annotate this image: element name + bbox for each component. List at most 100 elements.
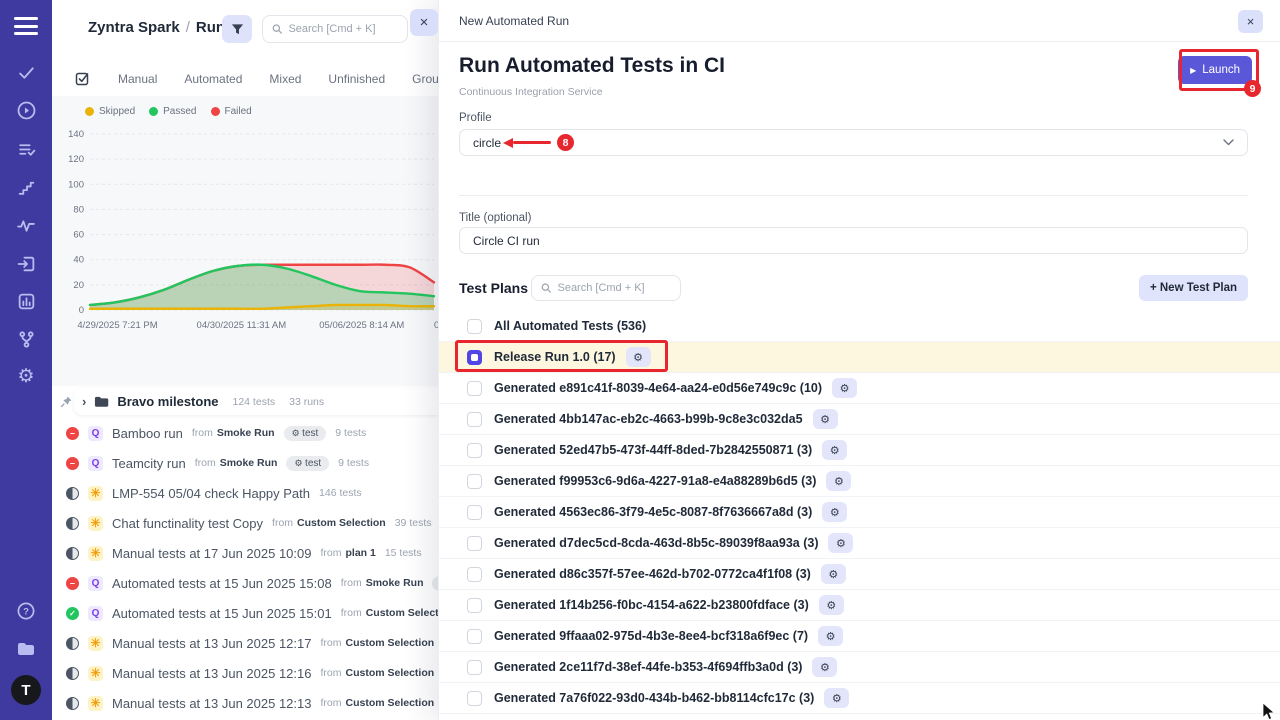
plan-label[interactable]: Generated 9ffaaa02-975d-4b3e-8ee4-bcf318…: [494, 629, 808, 643]
test-plans-list-icon[interactable]: [0, 140, 52, 159]
test-plan-row[interactable]: Generated d86c357f-57ee-462d-b702-0772ca…: [439, 559, 1280, 590]
plan-label[interactable]: Generated e891c41f-8039-4e64-aa24-e0d56e…: [494, 381, 822, 395]
plan-label[interactable]: Generated 2ce11f7d-38ef-44fe-b353-4f694f…: [494, 660, 802, 674]
new-test-plan-button[interactable]: + New Test Plan: [1139, 275, 1248, 301]
plan-gear-button[interactable]: ⚙: [821, 564, 846, 584]
run-row[interactable]: Teamcity run fromSmoke Run test 9 tests: [52, 448, 438, 478]
run-tab[interactable]: Manual: [118, 72, 157, 86]
run-title[interactable]: LMP-554 05/04 check Happy Path: [112, 486, 310, 501]
run-tab[interactable]: Automated: [184, 72, 242, 86]
test-plan-row[interactable]: Generated 1f14b256-f0bc-4154-a622-b23800…: [439, 590, 1280, 621]
plan-checkbox[interactable]: [467, 660, 482, 675]
run-tab[interactable]: Unfinished: [328, 72, 385, 86]
plan-checkbox[interactable]: [467, 598, 482, 613]
run-title[interactable]: Manual tests at 13 Jun 2025 12:17: [112, 636, 311, 651]
run-title[interactable]: Manual tests at 13 Jun 2025 12:13: [112, 696, 311, 711]
test-plan-row[interactable]: Generated e891c41f-8039-4e64-aa24-e0d56e…: [439, 373, 1280, 404]
test-plans-search[interactable]: [531, 275, 681, 301]
run-row[interactable]: Manual tests at 13 Jun 2025 12:17 fromCu…: [52, 628, 438, 658]
test-plan-row[interactable]: Generated 2ce11f7d-38ef-44fe-b353-4f694f…: [439, 652, 1280, 683]
plan-label[interactable]: All Automated Tests (536): [494, 319, 646, 333]
tests-check-icon[interactable]: [0, 63, 52, 82]
plan-gear-button[interactable]: ⚙: [813, 409, 838, 429]
run-row[interactable]: Manual tests at 17 Jun 2025 10:09 frompl…: [52, 538, 438, 568]
plan-gear-button[interactable]: ⚙: [822, 502, 847, 522]
plan-checkbox[interactable]: [467, 505, 482, 520]
chevron-right-icon[interactable]: ›: [82, 394, 86, 409]
test-plan-row[interactable]: Release Run 1.0 (17) ⚙: [439, 342, 1280, 373]
plan-checkbox[interactable]: [467, 567, 482, 582]
pin-icon[interactable]: [60, 395, 73, 408]
plan-label[interactable]: Generated 7a76f022-93d0-434b-b462-bb8114…: [494, 691, 814, 705]
test-plan-row[interactable]: Generated f99953c6-9d6a-4227-91a8-e4a882…: [439, 466, 1280, 497]
plan-gear-button[interactable]: ⚙: [824, 688, 849, 708]
plan-checkbox[interactable]: [467, 443, 482, 458]
run-title[interactable]: Manual tests at 17 Jun 2025 10:09: [112, 546, 311, 561]
run-row[interactable]: Chat functinality test Copy fromCustom S…: [52, 508, 438, 538]
test-plan-row[interactable]: All Automated Tests (536) ⚙: [439, 311, 1280, 342]
title-input[interactable]: [473, 234, 1234, 248]
plan-gear-button[interactable]: ⚙: [832, 378, 857, 398]
plan-checkbox[interactable]: [467, 629, 482, 644]
plan-gear-button[interactable]: ⚙: [822, 440, 847, 460]
profile-select[interactable]: circle: [459, 129, 1248, 156]
filter-button[interactable]: [222, 15, 252, 43]
runs-search[interactable]: [262, 15, 408, 43]
plan-gear-button[interactable]: ⚙: [828, 533, 853, 553]
select-all-checklist-icon[interactable]: [74, 70, 91, 87]
run-row[interactable]: LMP-554 05/04 check Happy Path 146 tests: [52, 478, 438, 508]
run-title[interactable]: Teamcity run: [112, 456, 186, 471]
settings-gear-icon[interactable]: ⚙: [0, 367, 52, 386]
plan-gear-button[interactable]: ⚙: [818, 626, 843, 646]
menu-icon[interactable]: [14, 17, 38, 35]
pulse-activity-icon[interactable]: [0, 216, 52, 235]
run-row[interactable]: Automated tests at 15 Jun 2025 15:01 fro…: [52, 598, 438, 628]
run-title[interactable]: Bamboo run: [112, 426, 183, 441]
run-from-name[interactable]: Smoke Run: [217, 427, 275, 439]
plan-label[interactable]: Generated d7dec5cd-8cda-463d-8b5c-89039f…: [494, 536, 818, 550]
run-from-name[interactable]: Custom Selection: [345, 697, 434, 709]
run-tab[interactable]: Mixed: [269, 72, 301, 86]
plan-checkbox[interactable]: [467, 412, 482, 427]
run-row[interactable]: Bamboo run fromSmoke Run test 9 tests: [52, 418, 438, 448]
breadcrumb-project[interactable]: Zyntra Spark: [88, 19, 180, 36]
test-plans-search-input[interactable]: [557, 282, 671, 294]
run-title[interactable]: Automated tests at 15 Jun 2025 15:01: [112, 606, 332, 621]
plan-gear-button[interactable]: ⚙: [819, 595, 844, 615]
run-from-name[interactable]: Smoke Run: [366, 577, 424, 589]
search-input[interactable]: [288, 23, 398, 35]
drawer-close-button[interactable]: ×: [1238, 10, 1263, 33]
run-row[interactable]: Manual tests at 13 Jun 2025 12:13 fromCu…: [52, 688, 438, 718]
plan-gear-button[interactable]: ⚙: [826, 471, 851, 491]
test-plan-row[interactable]: Generated 52ed47b5-473f-44ff-8ded-7b2842…: [439, 435, 1280, 466]
import-signin-icon[interactable]: [0, 254, 52, 274]
milestone-row[interactable]: › Bravo milestone 124 tests 33 runs: [52, 388, 438, 415]
plan-checkbox[interactable]: [467, 319, 482, 334]
plan-label[interactable]: Generated 4bb147ac-eb2c-4663-b99b-9c8e3c…: [494, 412, 803, 426]
plan-checkbox[interactable]: [467, 691, 482, 706]
plan-label[interactable]: Generated d86c357f-57ee-462d-b702-0772ca…: [494, 567, 811, 581]
plan-label[interactable]: Generated f99953c6-9d6a-4227-91a8-e4a882…: [494, 474, 816, 488]
branches-fork-icon[interactable]: [0, 330, 52, 349]
analytics-barchart-icon[interactable]: [0, 292, 52, 311]
run-title[interactable]: Automated tests at 15 Jun 2025 15:08: [112, 576, 332, 591]
run-from-name[interactable]: plan 1: [345, 547, 375, 559]
panel-close-button[interactable]: ×: [410, 9, 438, 36]
user-avatar[interactable]: T: [0, 675, 52, 705]
plan-checkbox[interactable]: [467, 536, 482, 551]
plan-label[interactable]: Generated 4563ec86-3f79-4e5c-8087-8f7636…: [494, 505, 812, 519]
run-from-name[interactable]: Custom Selection: [345, 637, 434, 649]
plan-label[interactable]: Generated 52ed47b5-473f-44ff-8ded-7b2842…: [494, 443, 812, 457]
run-from-name[interactable]: Custom Selection: [345, 667, 434, 679]
launch-button[interactable]: ▶ Launch: [1178, 56, 1252, 84]
run-from-name[interactable]: Smoke Run: [220, 457, 278, 469]
test-plan-row[interactable]: Generated 4bb147ac-eb2c-4663-b99b-9c8e3c…: [439, 404, 1280, 435]
run-title[interactable]: Manual tests at 13 Jun 2025 12:16: [112, 666, 311, 681]
plan-checkbox[interactable]: [467, 381, 482, 396]
run-row[interactable]: Manual tests at 13 Jun 2025 12:16 fromCu…: [52, 658, 438, 688]
test-plan-row[interactable]: Generated 7a76f022-93d0-434b-b462-bb8114…: [439, 683, 1280, 714]
plan-label[interactable]: Generated 1f14b256-f0bc-4154-a622-b23800…: [494, 598, 809, 612]
test-plan-row[interactable]: Generated 4563ec86-3f79-4e5c-8087-8f7636…: [439, 497, 1280, 528]
plan-gear-button[interactable]: ⚙: [812, 657, 837, 677]
plan-gear-button[interactable]: ⚙: [626, 347, 651, 367]
